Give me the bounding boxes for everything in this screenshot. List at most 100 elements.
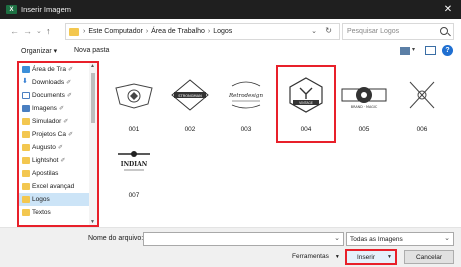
- scroll-down-icon[interactable]: ▼: [90, 219, 95, 225]
- file-item[interactable]: Retrodesign 003: [220, 69, 272, 139]
- file-item[interactable]: STRONGMAN 002: [164, 69, 216, 139]
- filename-label: Nome do arquivo:: [88, 235, 144, 242]
- refresh-icon[interactable]: ↻: [325, 26, 332, 35]
- new-folder-button[interactable]: Nova pasta: [74, 47, 109, 54]
- logo-text: INDIAN: [121, 161, 148, 168]
- pin-icon: ✐: [63, 119, 69, 125]
- filename-input[interactable]: ⌄: [143, 232, 344, 246]
- search-placeholder: Pesquisar Logos: [347, 28, 400, 35]
- file-name: 001: [128, 126, 140, 133]
- sidebar-item-downloads[interactable]: Downloads✐: [19, 76, 89, 89]
- sidebar-item-documents[interactable]: Documents ✐: [19, 89, 89, 102]
- file-thumbnail: BRAND · MAGIC: [338, 69, 390, 121]
- search-input[interactable]: Pesquisar Logos: [342, 23, 454, 40]
- filetype-select[interactable]: Todas as Imagens ⌄: [346, 232, 454, 246]
- file-name: 005: [358, 126, 370, 133]
- file-name: 007: [128, 192, 140, 199]
- folder-icon: [22, 196, 30, 203]
- pin-icon: ✐: [67, 132, 73, 138]
- file-item-selected[interactable]: VINTAGE 004: [276, 65, 336, 143]
- images-icon: [22, 105, 30, 112]
- file-thumbnail: [108, 69, 160, 121]
- organize-button[interactable]: Organizar ▾: [21, 47, 57, 55]
- title-bar: X Inserir Imagem ✕: [0, 0, 461, 19]
- navigation-bar: ← → ⌄ ↑ › Este Computador › Área de Trab…: [0, 19, 461, 44]
- pin-icon: ✐: [58, 106, 64, 112]
- file-item[interactable]: INDIAN 007: [108, 135, 160, 205]
- window-title: Inserir Imagem: [21, 5, 72, 14]
- folder-icon: [22, 131, 30, 138]
- file-item[interactable]: 006: [396, 69, 448, 139]
- pin-icon: ✐: [57, 145, 63, 151]
- excel-icon: X: [6, 5, 17, 14]
- file-name: 004: [300, 126, 312, 133]
- folder-icon: [22, 144, 30, 151]
- cancel-button[interactable]: Cancelar: [404, 250, 454, 264]
- file-thumbnail: [396, 69, 448, 121]
- breadcrumb-item[interactable]: Área de Trabalho: [151, 28, 205, 35]
- file-list: 001 STRONGMAN 002 Retrodesign 003 VINTAG…: [100, 61, 461, 227]
- sidebar-item-projetos[interactable]: Projetos Ca ✐: [19, 128, 89, 141]
- sidebar-item-simulador[interactable]: Simulador ✐: [19, 115, 89, 128]
- sidebar-item-logos[interactable]: Logos: [19, 193, 89, 206]
- insert-dropdown-icon[interactable]: ▼: [383, 250, 396, 264]
- scroll-thumb[interactable]: [91, 73, 95, 123]
- address-bar[interactable]: › Este Computador › Área de Trabalho › L…: [65, 23, 340, 40]
- back-button[interactable]: ←: [10, 26, 19, 36]
- scroll-up-icon[interactable]: ▲: [90, 63, 95, 69]
- pin-icon: ✐: [66, 80, 72, 86]
- folder-icon: [22, 209, 30, 216]
- preview-pane-icon[interactable]: [425, 46, 436, 55]
- sidebar-scrollbar[interactable]: ▲ ▼: [89, 63, 97, 225]
- sidebar-item-desktop[interactable]: Área de Tra ✐: [19, 63, 89, 76]
- file-item[interactable]: 001: [108, 69, 160, 139]
- folder-icon: [22, 118, 30, 125]
- forward-button[interactable]: →: [23, 26, 32, 36]
- pin-icon: ✐: [60, 158, 66, 164]
- file-item[interactable]: BRAND · MAGIC 005: [338, 69, 390, 139]
- address-dropdown-icon[interactable]: ⌄: [311, 27, 317, 35]
- tools-label: Ferramentas: [292, 253, 329, 260]
- help-icon[interactable]: ?: [442, 45, 453, 56]
- sidebar-item-excel[interactable]: Excel avançad: [19, 180, 89, 193]
- tools-button[interactable]: Ferramentas ▼: [292, 253, 340, 260]
- logo-text: BRAND · MAGIC: [351, 105, 378, 109]
- up-button[interactable]: ↑: [46, 26, 51, 36]
- pin-icon: ✐: [67, 67, 73, 73]
- breadcrumb-item[interactable]: Logos: [213, 28, 232, 35]
- file-name: 003: [240, 126, 252, 133]
- file-thumbnail: STRONGMAN: [164, 69, 216, 121]
- folder-icon: [22, 170, 30, 177]
- search-icon: [440, 27, 448, 35]
- logo-text: VINTAGE: [299, 101, 313, 105]
- chevron-down-icon[interactable]: ⌄: [334, 234, 340, 242]
- navigation-pane: Área de Tra✐ Downloads✐ Documents✐ Image…: [17, 61, 99, 227]
- document-icon: [22, 92, 30, 99]
- sidebar-item-lightshot[interactable]: Lightshot ✐: [19, 154, 89, 167]
- close-button[interactable]: ✕: [441, 3, 455, 16]
- breadcrumb-item[interactable]: Este Computador: [88, 28, 142, 35]
- file-name: 006: [416, 126, 428, 133]
- toolbar: Organizar ▾ Nova pasta ▾ ?: [0, 44, 461, 60]
- sidebar-item-textos[interactable]: Textos: [19, 206, 89, 219]
- pin-icon: ✐: [66, 93, 72, 99]
- desktop-icon: [22, 66, 30, 73]
- folder-icon: [22, 157, 30, 164]
- logo-text: STRONGMAN: [178, 94, 202, 98]
- dialog-footer: Nome do arquivo: ⌄ Todas as Imagens ⌄ Fe…: [0, 227, 461, 267]
- sidebar-item-augusto[interactable]: Augusto ✐: [19, 141, 89, 154]
- chevron-down-icon[interactable]: ⌄: [444, 234, 450, 242]
- view-options-icon[interactable]: [400, 47, 410, 55]
- recent-dropdown-icon[interactable]: ⌄: [36, 27, 42, 35]
- sidebar-item-images[interactable]: Imagens ✐: [19, 102, 89, 115]
- file-thumbnail: VINTAGE: [280, 69, 332, 121]
- view-dropdown-icon[interactable]: ▾: [412, 46, 415, 53]
- file-thumbnail: Retrodesign: [220, 69, 272, 121]
- insert-label: Inserir: [356, 253, 376, 261]
- sidebar-item-apostilas[interactable]: Apostilas: [19, 167, 89, 180]
- file-name: 002: [184, 126, 196, 133]
- filetype-value: Todas as Imagens: [350, 235, 403, 243]
- folder-icon: [69, 27, 79, 36]
- folder-icon: [22, 183, 30, 190]
- file-thumbnail: INDIAN: [108, 135, 160, 187]
